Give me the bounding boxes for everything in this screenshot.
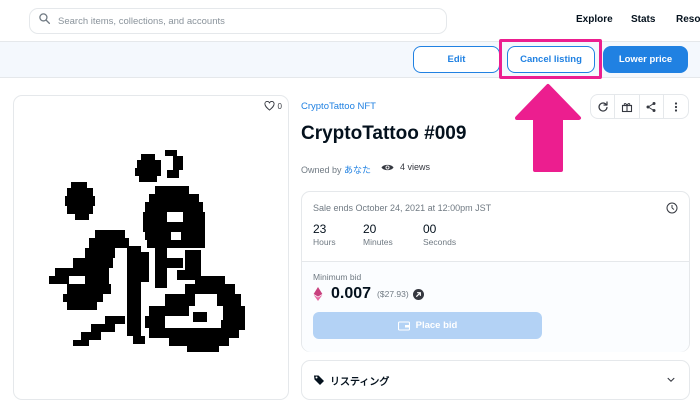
more-vertical-icon xyxy=(674,101,677,112)
item-title: CryptoTattoo #009 xyxy=(301,123,467,144)
countdown-minutes-value: 20 xyxy=(363,222,377,236)
owned-by: Owned by あなた xyxy=(301,163,371,176)
sale-ends-text: Sale ends October 24, 2021 at 12:00pm JS… xyxy=(313,203,492,213)
nft-image-card: 0 xyxy=(13,95,289,400)
top-navbar: Explore Stats Resources xyxy=(0,0,700,42)
annotation-arrow xyxy=(515,84,581,172)
nav-resources[interactable]: Resources xyxy=(676,14,700,25)
listing-accordion[interactable]: リスティング xyxy=(301,360,690,400)
bid-section: Minimum bid 0.007 ($27.93) Place bid xyxy=(302,261,689,352)
lower-price-button[interactable]: Lower price xyxy=(603,46,688,73)
gift-icon xyxy=(621,102,632,112)
arrow-up-right-icon[interactable] xyxy=(412,288,424,300)
chevron-down-icon xyxy=(667,377,675,382)
search-bar[interactable] xyxy=(29,8,447,34)
search-icon xyxy=(38,12,51,30)
eye-icon xyxy=(381,164,394,170)
countdown-minutes-label: Minutes xyxy=(363,237,393,247)
favorite-button[interactable]: 0 xyxy=(264,101,282,111)
sale-panel: Sale ends October 24, 2021 at 12:00pm JS… xyxy=(301,191,690,352)
edit-button[interactable]: Edit xyxy=(413,46,500,73)
price-usd: ($27.93) xyxy=(377,289,409,299)
heart-icon xyxy=(264,101,275,111)
countdown-hours-label: Hours xyxy=(313,237,336,247)
views-label: 4 views xyxy=(400,162,431,172)
favorite-count: 0 xyxy=(277,101,282,111)
item-action-icons xyxy=(590,94,689,119)
tag-icon xyxy=(314,375,324,385)
countdown-hours-value: 23 xyxy=(313,222,327,236)
place-bid-label: Place bid xyxy=(415,320,458,331)
more-options-button[interactable] xyxy=(664,95,688,118)
nav-stats[interactable]: Stats xyxy=(631,14,655,25)
listing-label: リスティング xyxy=(330,377,390,388)
share-button[interactable] xyxy=(640,95,664,118)
nav-explore[interactable]: Explore xyxy=(576,14,613,25)
gift-button[interactable] xyxy=(615,95,640,118)
countdown-seconds-value: 00 xyxy=(423,222,437,236)
owned-by-label: Owned by xyxy=(301,165,345,175)
collection-link[interactable]: CryptoTattoo NFT xyxy=(301,101,376,112)
price-value: 0.007 xyxy=(331,285,372,302)
refresh-button[interactable] xyxy=(591,95,616,118)
search-input[interactable] xyxy=(58,15,438,27)
place-bid-button[interactable]: Place bid xyxy=(313,312,542,339)
wallet-icon xyxy=(397,320,410,331)
minimum-bid-label: Minimum bid xyxy=(313,272,362,282)
clock-icon xyxy=(666,202,678,214)
refresh-icon xyxy=(598,100,608,112)
nft-artwork xyxy=(49,150,245,352)
share-icon xyxy=(646,101,656,112)
owner-link[interactable]: あなた xyxy=(344,165,371,175)
ethereum-icon xyxy=(313,287,323,301)
countdown-seconds-label: Seconds xyxy=(423,237,457,247)
price-row: 0.007 ($27.93) xyxy=(313,285,424,303)
view-count: 4 views xyxy=(381,162,430,172)
annotation-highlight-box xyxy=(499,39,602,79)
